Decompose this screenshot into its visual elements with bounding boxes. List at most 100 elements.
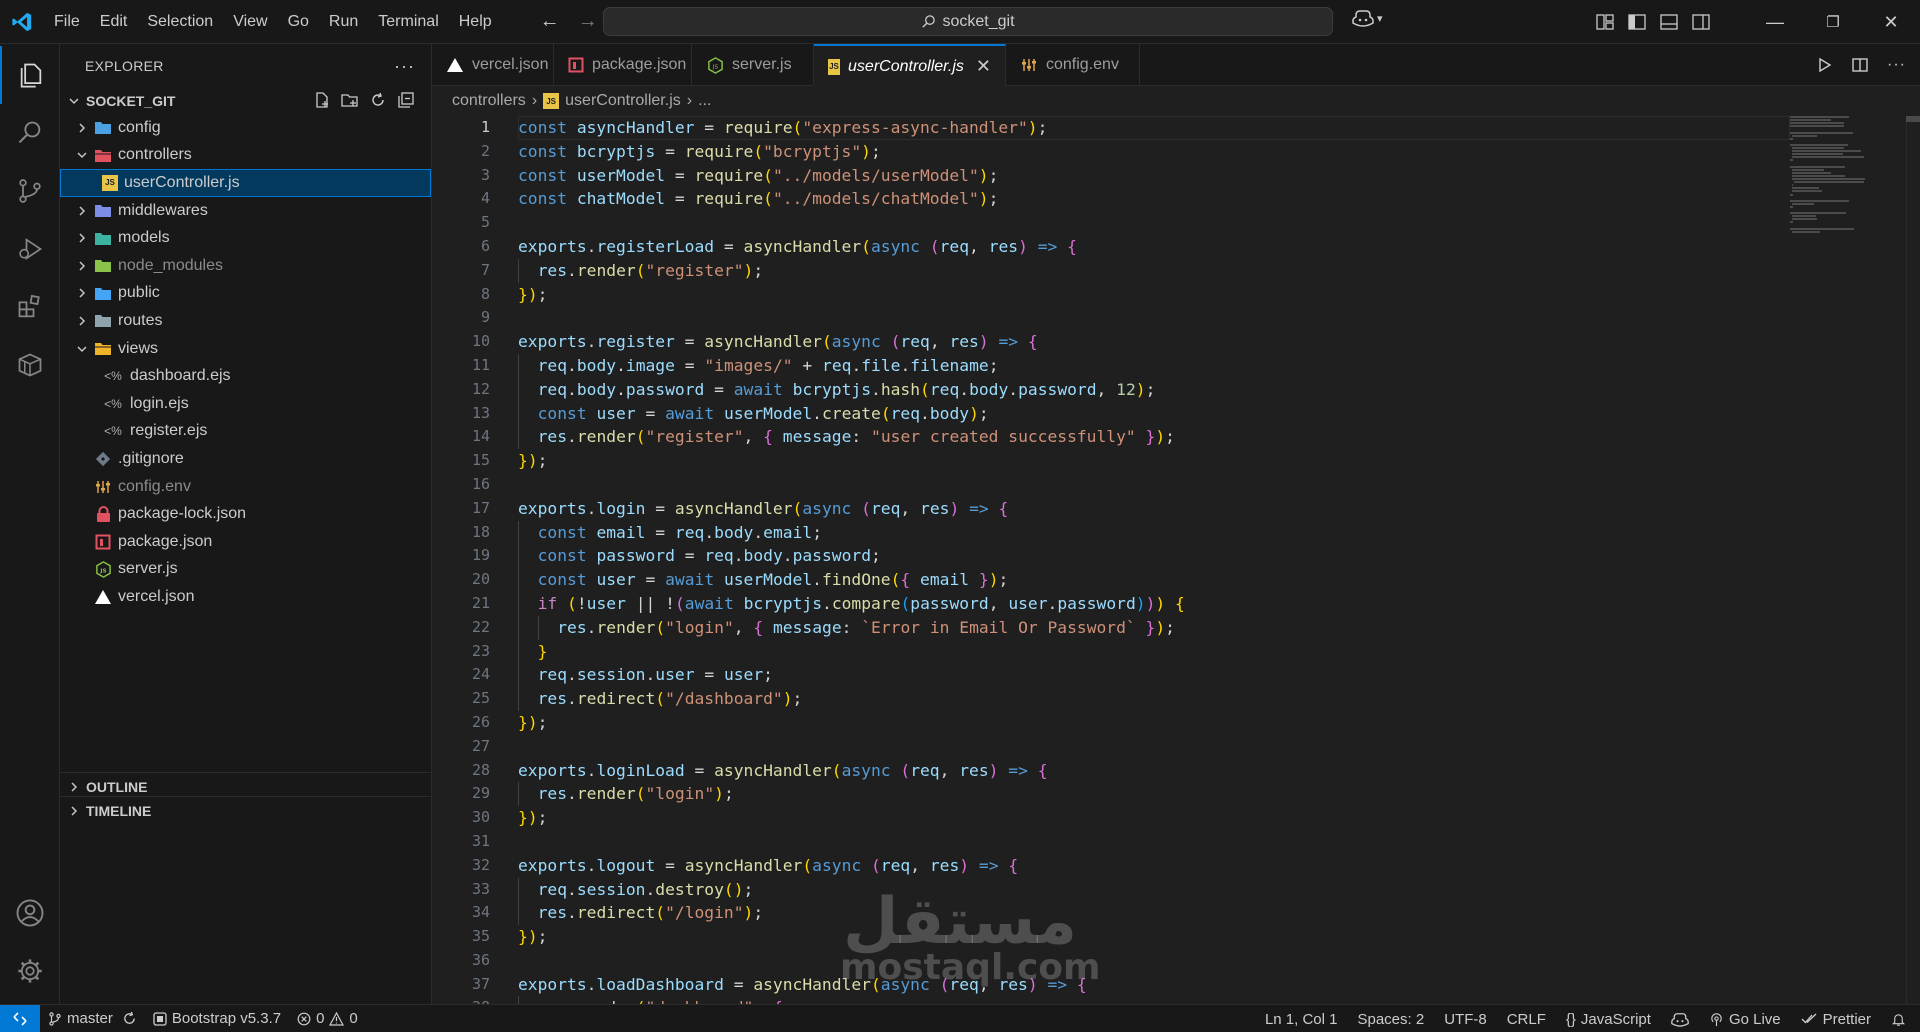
tree-file-usercontroller-js[interactable]: JS userController.js bbox=[60, 169, 431, 197]
workspace-folder-header[interactable]: SOCKET_GIT bbox=[60, 88, 431, 114]
code-line[interactable]: exports.register = asyncHandler(async (r… bbox=[518, 330, 1790, 354]
copilot-button[interactable]: ▾ bbox=[1352, 9, 1383, 27]
language-mode[interactable]: {} JavaScript bbox=[1556, 1005, 1661, 1032]
source-control-activity-icon[interactable] bbox=[0, 162, 60, 220]
split-editor-icon[interactable] bbox=[1851, 56, 1869, 74]
code-line[interactable]: const user = await userModel.findOne({ e… bbox=[518, 568, 1790, 592]
code-line[interactable]: res.render("login", { message: `Error in… bbox=[518, 615, 1790, 640]
code-line[interactable]: }); bbox=[518, 806, 1790, 830]
problems-status[interactable]: 0 0 bbox=[289, 1005, 366, 1032]
toggle-primary-sidebar-icon[interactable] bbox=[1628, 14, 1646, 30]
indentation-status[interactable]: Spaces: 2 bbox=[1347, 1005, 1434, 1032]
cursor-position[interactable]: Ln 1, Col 1 bbox=[1255, 1005, 1348, 1032]
code-line[interactable]: const userModel = require("../models/use… bbox=[518, 164, 1790, 188]
close-window-button[interactable]: ✕ bbox=[1862, 0, 1920, 44]
tree-folder-views[interactable]: views bbox=[60, 335, 431, 363]
collapse-all-icon[interactable] bbox=[397, 91, 415, 109]
code-line[interactable]: const email = req.body.email; bbox=[518, 520, 1790, 545]
command-center-search[interactable]: socket_git bbox=[603, 7, 1333, 36]
vertical-scrollbar[interactable] bbox=[1906, 116, 1920, 1004]
refresh-icon[interactable] bbox=[369, 91, 387, 109]
menu-file[interactable]: File bbox=[44, 0, 90, 44]
forward-arrow-icon[interactable]: → bbox=[578, 10, 598, 33]
bootstrap-status[interactable]: Bootstrap v5.3.7 bbox=[145, 1005, 289, 1032]
code-line[interactable]: req.session.user = user; bbox=[518, 663, 1790, 688]
tree-file-server-js[interactable]: JS server.js bbox=[60, 556, 431, 584]
breadcrumb-file[interactable]: userController.js bbox=[565, 92, 681, 110]
code-line[interactable]: req.session.destroy(); bbox=[518, 877, 1790, 902]
code-line[interactable] bbox=[518, 211, 1790, 235]
code-line[interactable] bbox=[518, 306, 1790, 330]
code-line[interactable]: res.render("dashboard", { bbox=[518, 996, 1790, 1004]
code-line[interactable]: const bcryptjs = require("bcryptjs"); bbox=[518, 140, 1790, 164]
menu-help[interactable]: Help bbox=[449, 0, 502, 44]
code-line[interactable]: res.redirect("/login"); bbox=[518, 901, 1790, 926]
code-line[interactable]: exports.loginLoad = asyncHandler(async (… bbox=[518, 759, 1790, 783]
code-line[interactable]: exports.loadDashboard = asyncHandler(asy… bbox=[518, 973, 1790, 997]
eol-status[interactable]: CRLF bbox=[1497, 1005, 1556, 1032]
tree-file--gitignore[interactable]: .gitignore bbox=[60, 445, 431, 473]
branch-status[interactable]: master bbox=[40, 1005, 145, 1032]
tree-folder-middlewares[interactable]: middlewares bbox=[60, 197, 431, 225]
tree-folder-config[interactable]: config bbox=[60, 114, 431, 142]
menu-go[interactable]: Go bbox=[278, 0, 319, 44]
toggle-panel-icon[interactable] bbox=[1660, 14, 1678, 30]
tab-usercontroller-js[interactable]: JS userController.js ✕ bbox=[814, 44, 1006, 87]
code-line[interactable]: exports.registerLoad = asyncHandler(asyn… bbox=[518, 235, 1790, 259]
timeline-section-header[interactable]: TIMELINE bbox=[60, 796, 432, 824]
remote-indicator-button[interactable] bbox=[0, 1004, 40, 1032]
code-line[interactable]: } bbox=[518, 639, 1790, 664]
breadcrumb-symbol[interactable]: ... bbox=[698, 92, 711, 110]
code-lines[interactable]: const asyncHandler = require("express-as… bbox=[518, 116, 1790, 1004]
explorer-activity-icon[interactable] bbox=[0, 46, 60, 104]
sync-icon[interactable] bbox=[122, 1011, 137, 1026]
code-line[interactable] bbox=[518, 830, 1790, 854]
new-folder-icon[interactable] bbox=[341, 91, 359, 109]
code-line[interactable]: }); bbox=[518, 711, 1790, 735]
encoding-status[interactable]: UTF-8 bbox=[1434, 1005, 1497, 1032]
tree-file-vercel-json[interactable]: vercel.json bbox=[60, 583, 431, 611]
notifications-button[interactable] bbox=[1881, 1005, 1920, 1032]
code-line[interactable]: const asyncHandler = require("express-as… bbox=[518, 116, 1790, 140]
code-line[interactable]: res.render("login"); bbox=[518, 782, 1790, 807]
minimize-button[interactable]: — bbox=[1746, 0, 1804, 44]
menu-view[interactable]: View bbox=[223, 0, 277, 44]
tab-server-js[interactable]: JS server.js bbox=[692, 44, 814, 86]
tree-file-package-json[interactable]: package.json bbox=[60, 528, 431, 556]
run-file-icon[interactable] bbox=[1815, 56, 1833, 74]
manage-gear-icon[interactable] bbox=[0, 942, 60, 1000]
tree-file-dashboard-ejs[interactable]: <% dashboard.ejs bbox=[60, 362, 431, 390]
code-line[interactable]: req.body.image = "images/" + req.file.fi… bbox=[518, 353, 1790, 378]
code-line[interactable]: const chatModel = require("../models/cha… bbox=[518, 187, 1790, 211]
search-activity-icon[interactable] bbox=[0, 104, 60, 162]
tab-config-env[interactable]: config.env bbox=[1006, 44, 1140, 86]
code-line[interactable]: exports.login = asyncHandler(async (req,… bbox=[518, 497, 1790, 521]
code-line[interactable]: const user = await userModel.create(req.… bbox=[518, 401, 1790, 426]
customize-layout-icon[interactable] bbox=[1596, 14, 1614, 30]
tree-folder-routes[interactable]: routes bbox=[60, 307, 431, 335]
tree-file-login-ejs[interactable]: <% login.ejs bbox=[60, 390, 431, 418]
minimap[interactable] bbox=[1790, 116, 1880, 276]
accounts-activity-icon[interactable] bbox=[0, 884, 60, 942]
menu-terminal[interactable]: Terminal bbox=[368, 0, 448, 44]
tree-folder-node-modules[interactable]: node_modules bbox=[60, 252, 431, 280]
menu-edit[interactable]: Edit bbox=[90, 0, 138, 44]
run-debug-activity-icon[interactable] bbox=[0, 220, 60, 278]
copilot-status[interactable] bbox=[1661, 1005, 1699, 1032]
code-editor[interactable]: 1 2 3 4 5 6 7 8 9 10 11 12 13 14 15 16 17 18 19 20 21 22 23 24 2… bbox=[432, 116, 1920, 1004]
code-line[interactable]: }); bbox=[518, 925, 1790, 949]
tree-file-register-ejs[interactable]: <% register.ejs bbox=[60, 418, 431, 446]
code-line[interactable]: res.redirect("/dashboard"); bbox=[518, 687, 1790, 711]
code-line[interactable]: const password = req.body.password; bbox=[518, 544, 1790, 569]
tree-folder-models[interactable]: models bbox=[60, 224, 431, 252]
tab-vercel-json[interactable]: vercel.json bbox=[432, 44, 554, 86]
tree-file-package-lock-json[interactable]: package-lock.json bbox=[60, 500, 431, 528]
scrollbar-thumb[interactable] bbox=[1906, 116, 1920, 122]
maximize-button[interactable]: ❐ bbox=[1804, 0, 1862, 44]
code-line[interactable]: exports.logout = asyncHandler(async (req… bbox=[518, 854, 1790, 878]
tab-package-json[interactable]: package.json bbox=[554, 44, 692, 86]
code-line[interactable]: }); bbox=[518, 449, 1790, 473]
prettier-status[interactable]: Prettier bbox=[1791, 1005, 1881, 1032]
extensions-activity-icon[interactable] bbox=[0, 278, 60, 336]
code-line[interactable]: if (!user || !(await bcryptjs.compare(pa… bbox=[518, 591, 1790, 616]
